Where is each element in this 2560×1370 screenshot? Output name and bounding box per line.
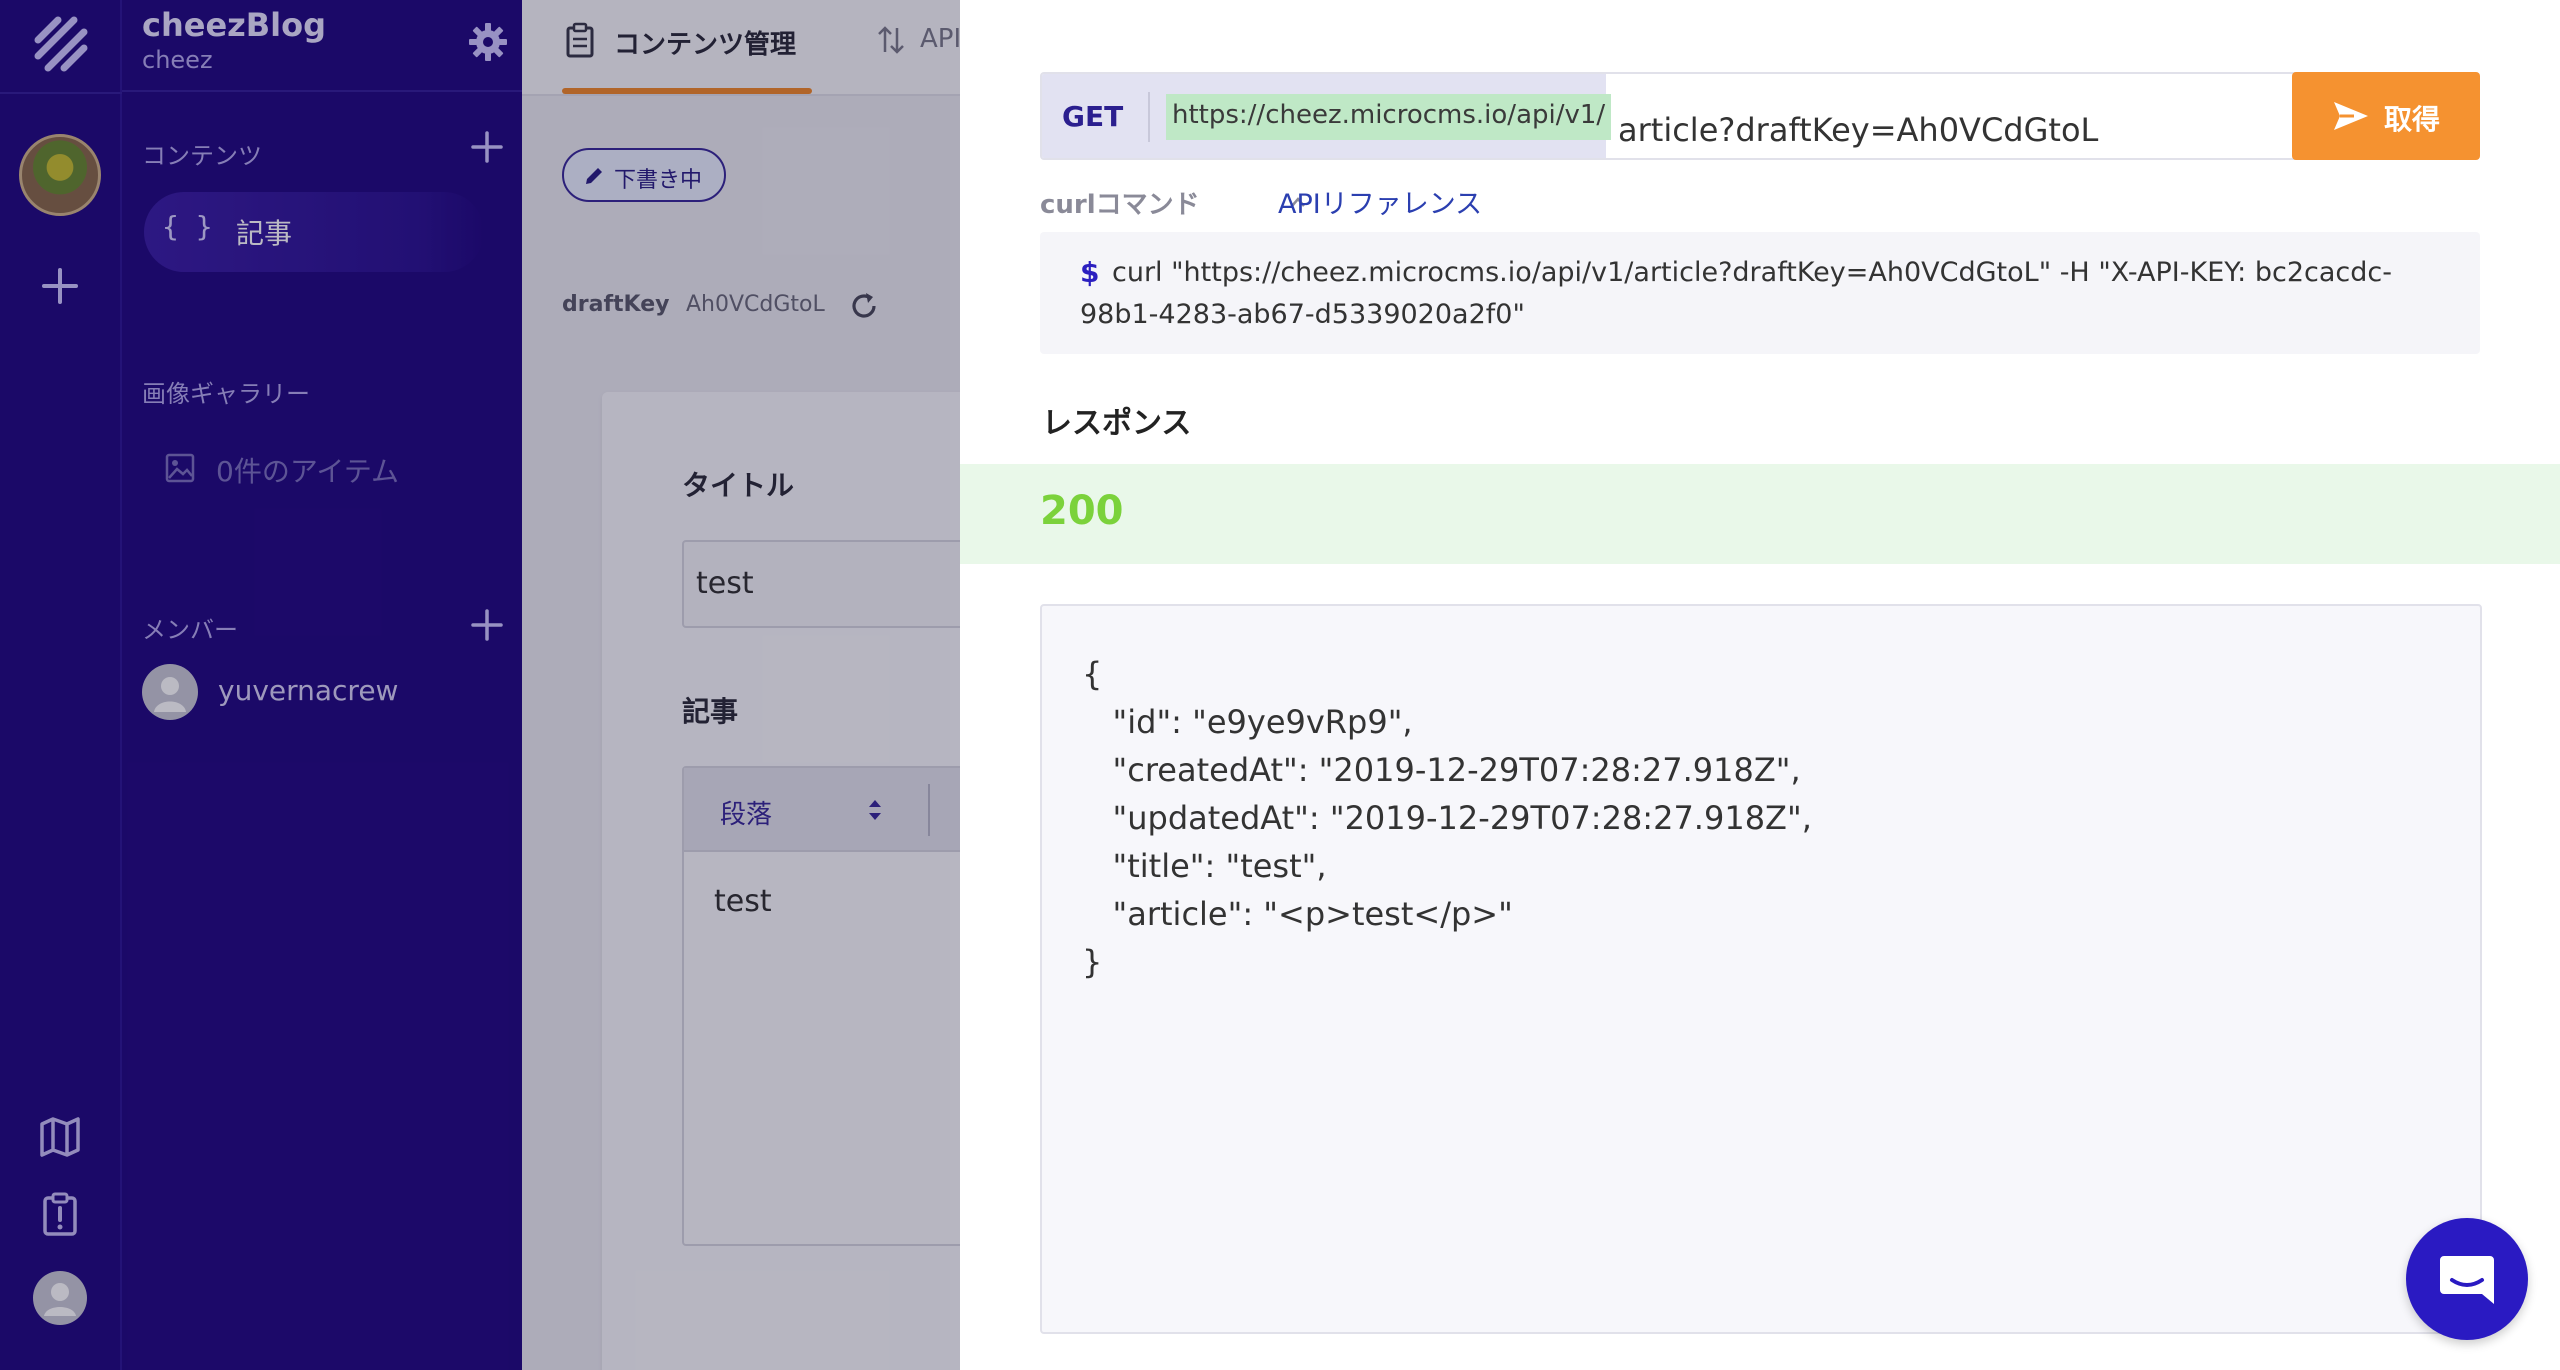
- response-status-bar: 200: [960, 464, 2560, 564]
- toolbar-divider: [928, 784, 930, 836]
- top-navigation: コンテンツ管理 API: [522, 0, 960, 96]
- editor-body-text: test: [714, 884, 772, 919]
- title-input[interactable]: test: [682, 540, 960, 628]
- user-icon: [154, 677, 186, 712]
- sidebar: cheezBlog cheez コンテンツ { } 記事 画像ギャラリー 0件の…: [122, 0, 522, 1370]
- rail-divider: [0, 92, 122, 94]
- sidebar-header: cheezBlog cheez: [122, 0, 522, 92]
- method-divider: [1148, 92, 1150, 142]
- image-icon: [165, 453, 195, 483]
- content-editor: コンテンツ管理 API 下書き中 draftKey Ah0VCdGtoL タイト…: [522, 0, 960, 1370]
- chat-bubble-icon: [2440, 1256, 2494, 1304]
- draft-badge-label: 下書き中: [614, 168, 703, 193]
- clipboard-icon: [566, 22, 594, 58]
- fetch-button[interactable]: 取得: [2292, 72, 2480, 160]
- article-field-label: 記事: [682, 695, 739, 728]
- sidebar-item-member[interactable]: yuvernacrew: [142, 664, 502, 720]
- member-name: yuvernacrew: [218, 674, 399, 707]
- fetch-button-label: 取得: [2384, 104, 2441, 135]
- endpoint-path-input[interactable]: [1618, 74, 2308, 158]
- paragraph-style-select[interactable]: 段落: [720, 794, 772, 831]
- section-label-content: コンテンツ: [142, 142, 262, 170]
- api-preview-panel: GET https://cheez.microcms.io/api/v1/ 取得…: [960, 0, 2560, 1370]
- response-body: { "id": "e9ye9vRp9", "createdAt": "2019-…: [1040, 604, 2482, 1334]
- request-method-prefix: GET https://cheez.microcms.io/api/v1/: [1042, 74, 1612, 158]
- http-method: GET: [1062, 100, 1124, 133]
- draft-key-label: draftKey: [562, 292, 670, 317]
- draft-status-badge[interactable]: 下書き中: [562, 148, 726, 202]
- title-input-value: test: [696, 566, 754, 601]
- gear-icon[interactable]: [466, 20, 510, 64]
- user-account-icon[interactable]: [32, 1270, 88, 1326]
- member-avatar: [142, 664, 198, 720]
- section-label-members: メンバー: [142, 616, 238, 644]
- curl-command-text: curl "https://cheez.microcms.io/api/v1/a…: [1080, 257, 2392, 330]
- clipboard-alert-icon[interactable]: [36, 1190, 84, 1238]
- braces-icon: { }: [162, 210, 213, 243]
- map-icon[interactable]: [36, 1112, 84, 1160]
- response-json: { "id": "e9ye9vRp9", "createdAt": "2019-…: [1082, 655, 1812, 981]
- refresh-icon[interactable]: [848, 290, 880, 322]
- microcms-logo-icon[interactable]: [30, 14, 92, 74]
- pencil-icon: [586, 168, 602, 184]
- icon-rail: [0, 0, 122, 1370]
- app-subdomain: cheez: [142, 46, 213, 74]
- status-code: 200: [1040, 488, 1124, 534]
- curl-command-box: $ curl "https://cheez.microcms.io/api/v1…: [1040, 232, 2480, 354]
- add-content-icon[interactable]: [470, 130, 504, 164]
- tab-label: API: [920, 24, 960, 54]
- api-reference-link[interactable]: APIリファレンス: [1278, 182, 1482, 221]
- title-field-label: タイトル: [682, 469, 795, 502]
- tab-label: コンテンツ管理: [614, 30, 797, 60]
- api-base-url: https://cheez.microcms.io/api/v1/: [1166, 94, 1612, 140]
- add-member-icon[interactable]: [470, 608, 504, 642]
- select-arrows-icon: [869, 800, 881, 820]
- request-url-bar: GET https://cheez.microcms.io/api/v1/: [1040, 72, 2322, 160]
- add-service-icon[interactable]: [38, 264, 82, 308]
- response-heading: レスポンス: [1042, 406, 1192, 441]
- sidebar-item-article[interactable]: { } 記事: [144, 192, 484, 272]
- section-label-gallery: 画像ギャラリー: [142, 380, 310, 408]
- curl-toggle-label: curlコマンド: [1040, 190, 1200, 220]
- send-icon: [2334, 102, 2368, 130]
- draft-key-value: Ah0VCdGtoL: [686, 292, 825, 317]
- sort-arrows-icon: [878, 26, 904, 54]
- rich-text-editor[interactable]: 段落 test: [682, 766, 960, 1246]
- sidebar-item-label: 0件のアイテム: [216, 455, 400, 488]
- app-name: cheezBlog: [142, 6, 327, 44]
- service-avatar[interactable]: [19, 134, 101, 216]
- sidebar-item-label: 記事: [236, 217, 293, 250]
- chat-support-button[interactable]: [2406, 1218, 2528, 1340]
- active-tab-indicator: [562, 88, 812, 94]
- editor-toolbar: 段落: [684, 768, 960, 852]
- editor-card: タイトル test 記事 段落 test: [602, 392, 960, 1370]
